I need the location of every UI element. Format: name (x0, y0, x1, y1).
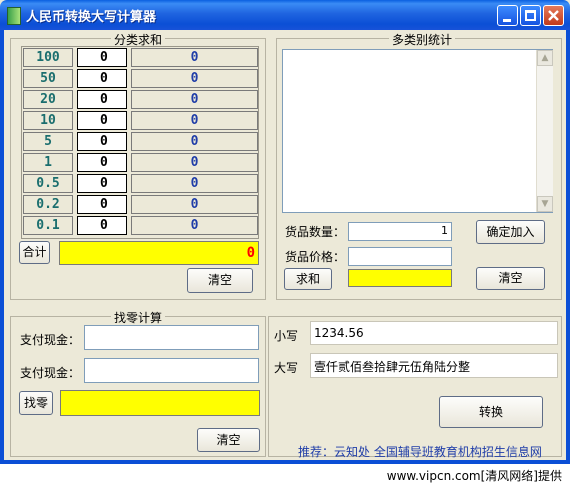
pay1-label: 支付现金： (20, 333, 81, 347)
app-window: 人民币转换大写计算器 分类求和 100 0 0 50 0 0 20 0 0 10 0 0 5 0 0 1 0 0 0… (0, 0, 570, 464)
multi-group-title: 多类别统计 (389, 31, 456, 48)
item-price-input[interactable] (348, 247, 452, 266)
items-list[interactable]: ▲ ▼ (282, 49, 553, 213)
denomination-label: 5 (23, 132, 73, 151)
close-icon (548, 10, 559, 21)
denomination-subtotal: 0 (131, 111, 258, 130)
denomination-quantity-input[interactable]: 0 (77, 90, 127, 109)
denomination-quantity-input[interactable]: 0 (77, 111, 127, 130)
denomination-quantity-input[interactable]: 0 (77, 216, 127, 235)
scroll-down-icon[interactable]: ▼ (537, 196, 553, 212)
scroll-up-icon[interactable]: ▲ (537, 50, 553, 66)
sum-clear-button[interactable]: 清空 (187, 268, 253, 293)
items-sum-button[interactable]: 求和 (284, 268, 332, 290)
denomination-label: 10 (23, 111, 73, 130)
denomination-quantity-input[interactable]: 0 (77, 48, 127, 67)
denomination-subtotal: 0 (131, 153, 258, 172)
item-quantity-label: 货品数量： (285, 225, 346, 239)
maximize-button[interactable] (520, 5, 541, 26)
add-item-button[interactable]: 确定加入 (476, 220, 545, 244)
multi-clear-button[interactable]: 清空 (476, 267, 545, 290)
denomination-label: 20 (23, 90, 73, 109)
denomination-subtotal: 0 (131, 48, 258, 67)
upper-output[interactable]: 壹仟贰佰叁拾肆元伍角陆分整 (310, 353, 558, 378)
change-group-title: 找零计算 (111, 309, 166, 326)
watermark-text: www.vipcn.com[清风网络]提供 (386, 469, 562, 483)
total-button[interactable]: 合计 (19, 241, 50, 264)
app-icon (7, 7, 21, 25)
window-title: 人民币转换大写计算器 (26, 10, 157, 25)
denomination-subtotal: 0 (131, 216, 258, 235)
pay1-input[interactable] (84, 325, 259, 350)
upper-label: 大写 (274, 361, 299, 375)
denomination-subtotal: 0 (131, 132, 258, 151)
denomination-quantity-input[interactable]: 0 (77, 132, 127, 151)
denomination-label: 0.2 (23, 195, 73, 214)
denomination-quantity-input[interactable]: 0 (77, 174, 127, 193)
close-button[interactable] (543, 5, 564, 26)
denomination-subtotal: 0 (131, 90, 258, 109)
convert-button[interactable]: 转换 (439, 396, 543, 428)
denomination-label: 0.5 (23, 174, 73, 193)
denomination-quantity-input[interactable]: 0 (77, 195, 127, 214)
change-clear-button[interactable]: 清空 (197, 428, 260, 452)
denomination-label: 100 (23, 48, 73, 67)
pay2-label: 支付现金： (20, 366, 81, 380)
title-bar[interactable]: 人民币转换大写计算器 (0, 0, 570, 30)
maximize-icon (525, 10, 536, 21)
watermark-bar: www.vipcn.com[清风网络]提供 (0, 464, 570, 488)
denomination-quantity-input[interactable]: 0 (77, 153, 127, 172)
denomination-subtotal: 0 (131, 174, 258, 193)
denomination-label: 1 (23, 153, 73, 172)
change-button[interactable]: 找零 (19, 391, 53, 415)
pay2-input[interactable] (84, 358, 259, 383)
item-quantity-input[interactable]: 1 (348, 222, 452, 241)
total-display: 0 (59, 241, 259, 265)
item-price-label: 货品价格： (285, 250, 346, 264)
lower-label: 小写 (274, 329, 299, 343)
lower-input[interactable]: 1234.56 (310, 321, 558, 345)
denomination-subtotal: 0 (131, 195, 258, 214)
items-scrollbar[interactable]: ▲ ▼ (536, 50, 553, 212)
minimize-button[interactable] (497, 5, 518, 26)
denomination-subtotal: 0 (131, 69, 258, 88)
denomination-label: 0.1 (23, 216, 73, 235)
change-display (60, 390, 260, 416)
denomination-quantity-input[interactable]: 0 (77, 69, 127, 88)
minimize-icon (503, 19, 511, 22)
items-sum-display (348, 269, 452, 287)
promo-link[interactable]: 推荐：云知处 全国辅导班教育机构招生信息网 (298, 443, 542, 460)
denomination-label: 50 (23, 69, 73, 88)
